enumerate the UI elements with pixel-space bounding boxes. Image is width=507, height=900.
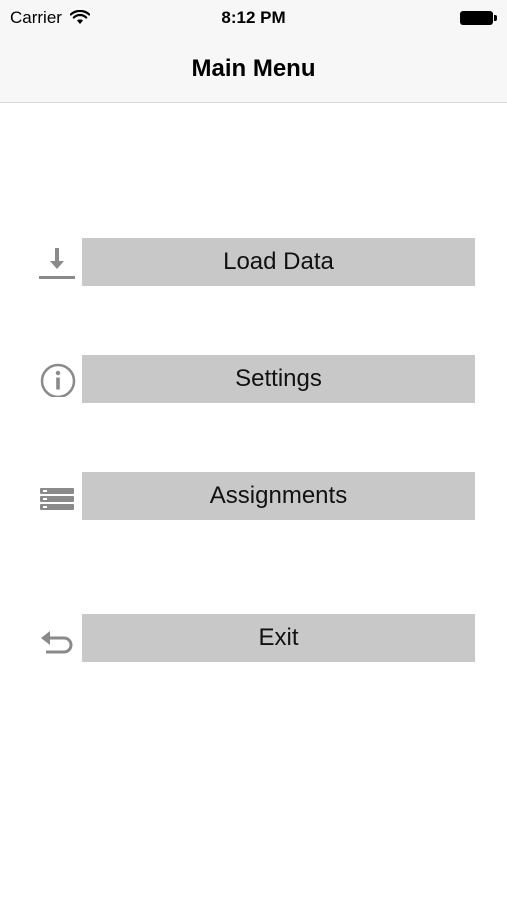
download-icon: [39, 248, 75, 279]
navigation-bar: Main Menu: [0, 38, 507, 103]
status-bar: Carrier 8:12 PM: [0, 0, 507, 38]
info-icon: [40, 363, 76, 397]
page-title: Main Menu: [191, 55, 316, 82]
settings-button[interactable]: Settings: [82, 355, 475, 403]
menu-row-assignments: Assignments: [0, 472, 507, 520]
menu-row-settings: Settings: [0, 355, 507, 403]
menu-row-exit: Exit: [0, 614, 507, 662]
menu-row-load-data: Load Data: [0, 238, 507, 286]
exit-button[interactable]: Exit: [82, 614, 475, 662]
status-time: 8:12 PM: [221, 8, 286, 27]
list-icon: [40, 488, 74, 510]
load-data-button[interactable]: Load Data: [82, 238, 475, 286]
battery-icon: [460, 11, 497, 25]
assignments-button[interactable]: Assignments: [82, 472, 475, 520]
back-arrow-icon: [41, 631, 73, 654]
